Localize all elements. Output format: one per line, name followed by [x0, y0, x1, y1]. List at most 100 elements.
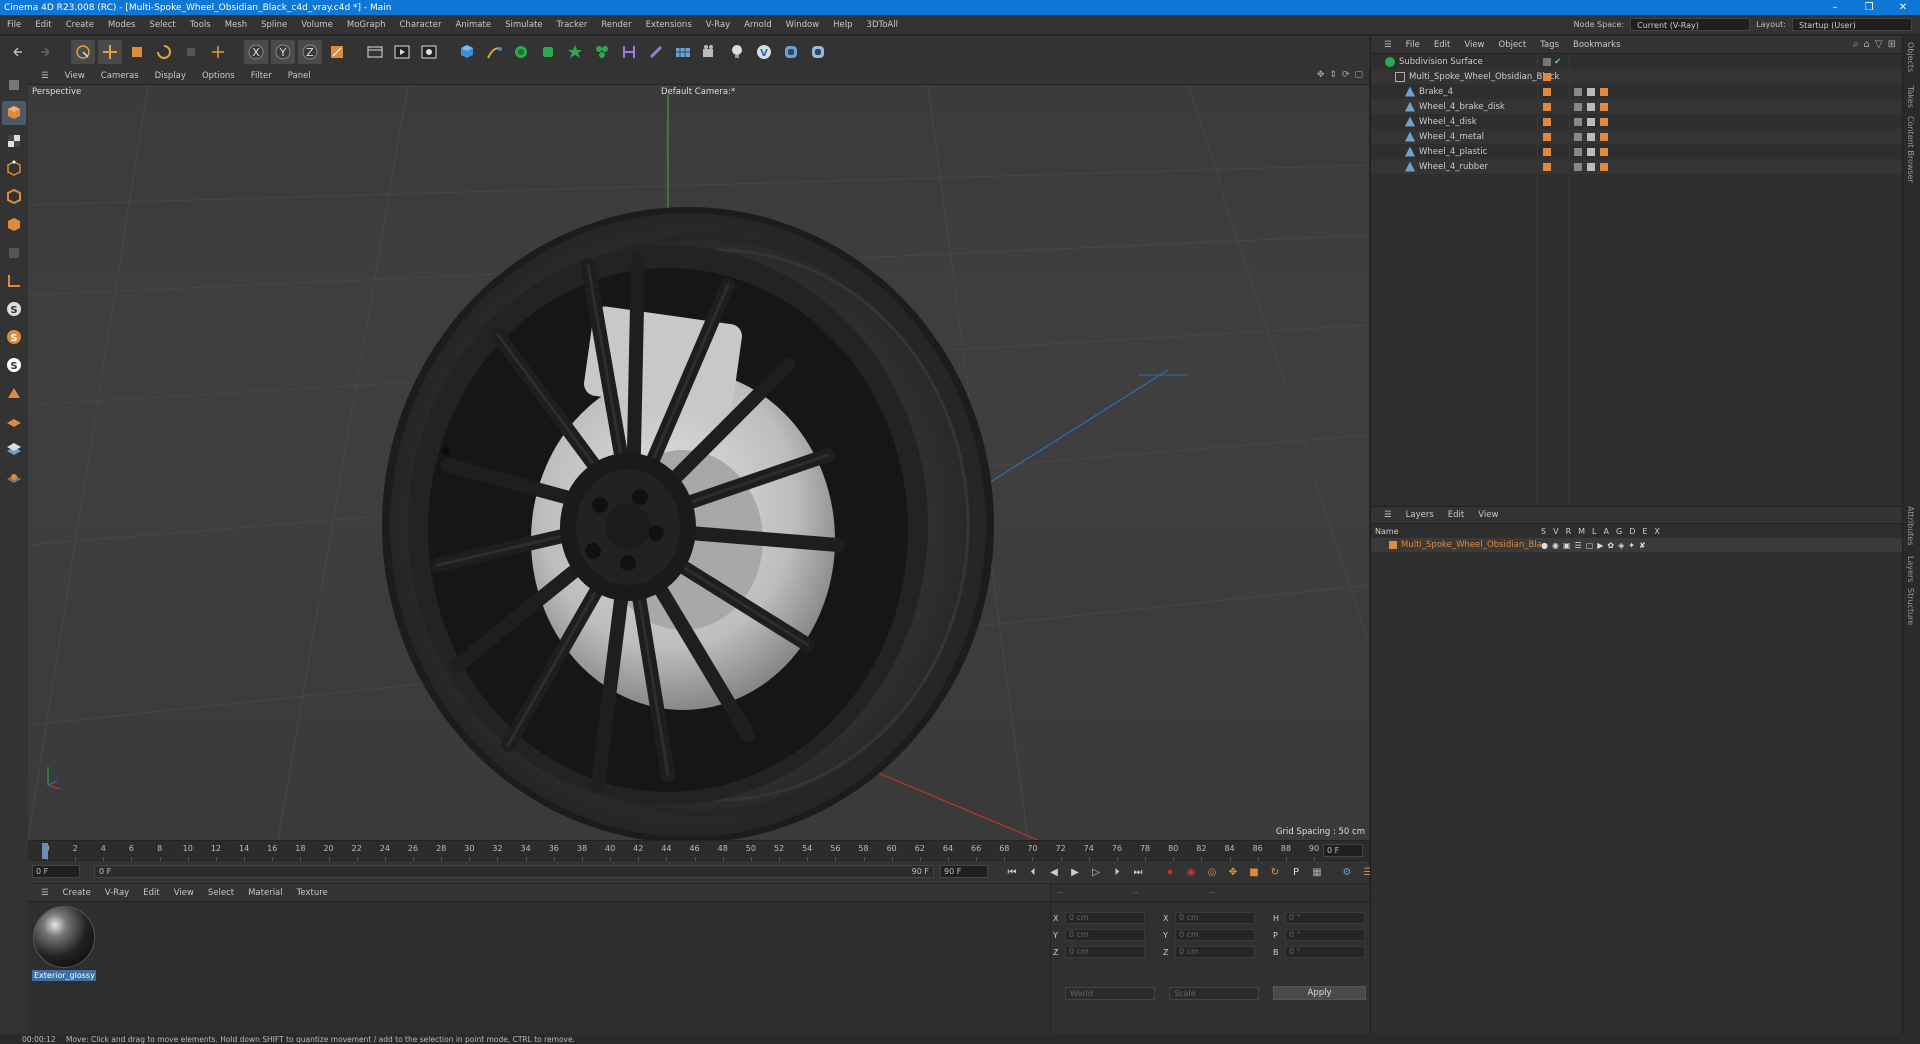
- om-menu-edit[interactable]: Edit: [1427, 40, 1457, 50]
- om-menu-icon[interactable]: ☰: [1377, 40, 1399, 50]
- size-mode-dropdown[interactable]: Scale: [1169, 987, 1259, 1000]
- deformer-icon[interactable]: ◈: [1618, 541, 1624, 550]
- planar-workplane-icon[interactable]: [2, 437, 26, 461]
- frame-range-slider[interactable]: 0 F 90 F: [94, 865, 934, 878]
- solo-icon[interactable]: ●: [1541, 541, 1548, 550]
- tab-layers[interactable]: Layers: [1906, 556, 1915, 582]
- position-z-field[interactable]: 0 cm: [1065, 946, 1145, 958]
- viewport-menu-panel[interactable]: Panel: [281, 71, 318, 81]
- menu-edit[interactable]: Edit: [28, 20, 58, 30]
- camera-icon[interactable]: [698, 40, 722, 64]
- vray-icon[interactable]: V: [752, 40, 776, 64]
- subdivision-icon[interactable]: [509, 40, 533, 64]
- layers-menu-edit[interactable]: Edit: [1441, 510, 1471, 520]
- polygons-mode-icon[interactable]: [2, 213, 26, 237]
- phong-tag-icon[interactable]: [1574, 147, 1582, 156]
- record-icon[interactable]: ⏺: [1161, 863, 1179, 881]
- start-frame-field[interactable]: 0 F: [32, 865, 80, 878]
- rotation-h-field[interactable]: 0 °: [1285, 912, 1365, 924]
- points-mode-icon[interactable]: [2, 157, 26, 181]
- scheme-icon[interactable]: ⚙: [1338, 863, 1356, 881]
- tab-attributes[interactable]: Attributes: [1906, 506, 1915, 546]
- object-row[interactable]: Wheel_4_disk: [1371, 114, 1903, 129]
- snap-settings-icon[interactable]: S: [2, 325, 26, 349]
- om-menu-view[interactable]: View: [1457, 40, 1491, 50]
- menu-animate[interactable]: Animate: [448, 20, 498, 30]
- step-forward-icon[interactable]: ▷: [1087, 863, 1105, 881]
- z-axis-lock-icon[interactable]: Z: [298, 39, 322, 64]
- viewport-menu-filter[interactable]: Filter: [244, 71, 279, 81]
- object-row[interactable]: Brake_4: [1371, 84, 1903, 99]
- size-x-field[interactable]: 0 cm: [1175, 912, 1255, 924]
- play-icon[interactable]: ▶: [1066, 863, 1084, 881]
- layer-color-icon[interactable]: [1543, 72, 1551, 81]
- step-back-icon[interactable]: ◀: [1045, 863, 1063, 881]
- layers-menu-layers[interactable]: Layers: [1399, 510, 1441, 520]
- python-script-icon[interactable]: [806, 40, 830, 64]
- make-editable-icon[interactable]: [2, 73, 26, 97]
- material-thumbnail[interactable]: Exterior_glossy: [32, 906, 96, 984]
- edges-mode-icon[interactable]: [2, 185, 26, 209]
- animation-icon[interactable]: ▶: [1597, 541, 1603, 550]
- object-row[interactable]: Wheel_4_plastic: [1371, 144, 1903, 159]
- axis-mode-icon[interactable]: [2, 269, 26, 293]
- om-menu-bookmarks[interactable]: Bookmarks: [1566, 40, 1628, 50]
- viewport[interactable]: Perspective Default Camera:* Grid Spacin…: [28, 85, 1369, 840]
- redo-icon[interactable]: [33, 40, 57, 64]
- live-selection-icon[interactable]: [71, 39, 95, 64]
- scale-key-icon[interactable]: ■: [1245, 863, 1263, 881]
- rotation-b-field[interactable]: 0 °: [1285, 946, 1365, 958]
- floor-icon[interactable]: [671, 40, 695, 64]
- manager-icon[interactable]: ☰: [1575, 541, 1582, 550]
- deformer-icon[interactable]: [617, 40, 641, 64]
- cube-icon[interactable]: [455, 40, 479, 64]
- add-object-icon[interactable]: [206, 40, 230, 64]
- menu-mesh[interactable]: Mesh: [218, 20, 254, 30]
- layer-row[interactable]: Multi_Spoke_Wheel_Obsidian_Black ● ◉ ▣ ☰…: [1371, 538, 1903, 552]
- viewport-camera-label[interactable]: Default Camera:*: [661, 87, 735, 97]
- next-key-icon[interactable]: ⏵: [1108, 863, 1126, 881]
- selection-tag-icon[interactable]: [1600, 132, 1608, 141]
- object-row[interactable]: Multi_Spoke_Wheel_Obsidian_Black: [1371, 69, 1903, 84]
- om-menu-file[interactable]: File: [1399, 40, 1427, 50]
- minimize-button[interactable]: –: [1818, 0, 1852, 15]
- undo-icon[interactable]: [6, 40, 30, 64]
- tab-takes[interactable]: Takes: [1906, 86, 1915, 108]
- size-y-field[interactable]: 0 cm: [1175, 929, 1255, 941]
- material-menu-edit[interactable]: Edit: [136, 888, 166, 898]
- close-button[interactable]: ✕: [1886, 0, 1920, 15]
- tab-objects[interactable]: Objects: [1906, 42, 1915, 72]
- phong-tag-icon[interactable]: [1574, 102, 1582, 111]
- layers-menu-icon[interactable]: ☰: [1377, 510, 1399, 520]
- material-menu-select[interactable]: Select: [201, 888, 241, 898]
- material-menu-material[interactable]: Material: [241, 888, 290, 898]
- object-row[interactable]: Wheel_4_brake_disk: [1371, 99, 1903, 114]
- xref-icon[interactable]: ✘: [1639, 541, 1646, 550]
- selection-tag-icon[interactable]: [1600, 117, 1608, 126]
- maximize-button[interactable]: ❐: [1852, 0, 1886, 15]
- position-y-field[interactable]: 0 cm: [1065, 929, 1145, 941]
- go-to-end-icon[interactable]: ⏭: [1129, 863, 1147, 881]
- material-tag-icon[interactable]: [1587, 102, 1595, 111]
- layer-color-icon[interactable]: [1543, 117, 1551, 126]
- menu-render[interactable]: Render: [594, 20, 638, 30]
- material-menu-create[interactable]: Create: [56, 888, 98, 898]
- layer-color-icon[interactable]: [1543, 102, 1551, 111]
- om-menu-tags[interactable]: Tags: [1533, 40, 1566, 50]
- pan-icon[interactable]: ✥: [1317, 70, 1325, 80]
- python-icon[interactable]: [779, 40, 803, 64]
- new-view-icon[interactable]: ⊞: [1888, 39, 1896, 50]
- snap-icon[interactable]: S: [2, 297, 26, 321]
- viewport-menu-icon[interactable]: ☰: [34, 71, 56, 81]
- material-tag-icon[interactable]: [1587, 162, 1595, 171]
- rotation-key-icon[interactable]: ↻: [1266, 863, 1284, 881]
- menu-mograph[interactable]: MoGraph: [340, 20, 393, 30]
- menu-file[interactable]: File: [0, 20, 28, 30]
- size-z-field[interactable]: 0 cm: [1175, 946, 1255, 958]
- pla-key-icon[interactable]: ▦: [1308, 863, 1326, 881]
- viewport-menu-cameras[interactable]: Cameras: [94, 71, 146, 81]
- menu-tracker[interactable]: Tracker: [550, 20, 595, 30]
- menu-spline[interactable]: Spline: [254, 20, 294, 30]
- menu-help[interactable]: Help: [826, 20, 859, 30]
- move-tool-icon[interactable]: [98, 39, 122, 64]
